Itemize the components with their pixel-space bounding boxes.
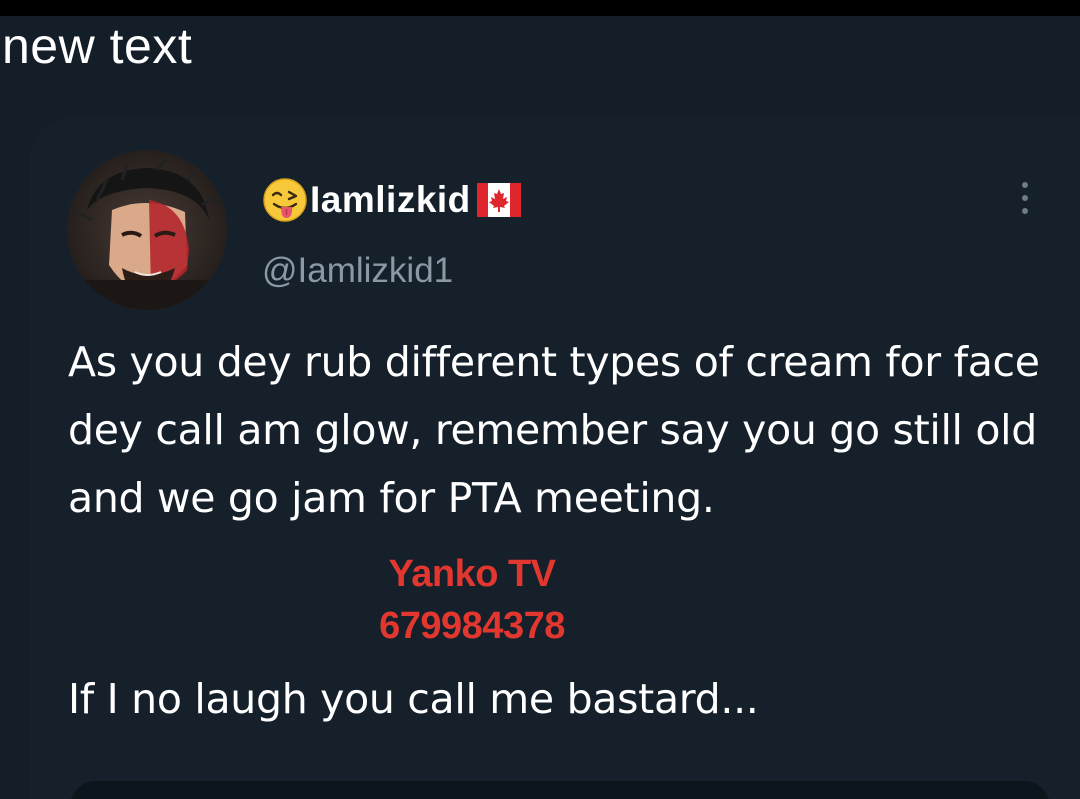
tweet-text-paragraph-1: As you dey rub different types of cream …	[68, 338, 1040, 522]
more-dot	[1022, 195, 1028, 201]
watermark-line-2: 679984378	[379, 605, 565, 647]
more-options-icon[interactable]	[1010, 176, 1040, 220]
tweet-text-paragraph-2: If I no laugh you call me bastard...	[68, 675, 759, 723]
more-dot	[1022, 208, 1028, 214]
watermark-overlay: Yanko TV 679984378	[352, 548, 592, 652]
profile-avatar[interactable]	[67, 150, 227, 310]
top-black-bar	[0, 0, 1080, 16]
display-name: Iamlizkid	[310, 179, 471, 220]
embedded-media-edge	[70, 781, 1050, 799]
more-dot	[1022, 182, 1028, 188]
canada-flag-icon	[476, 183, 521, 217]
user-handle[interactable]: @Iamlizkid1	[262, 248, 453, 294]
overlay-caption: new text	[2, 18, 193, 74]
watermark-line-1: Yanko TV	[388, 553, 556, 595]
avatar-portrait-icon	[67, 150, 227, 310]
screenshot-page: new text Iamlizkid @Iamlizkid1 As you de…	[0, 0, 1080, 799]
display-name-row[interactable]: Iamlizkid	[262, 176, 521, 224]
winking-tongue-emoji-icon	[263, 178, 307, 222]
